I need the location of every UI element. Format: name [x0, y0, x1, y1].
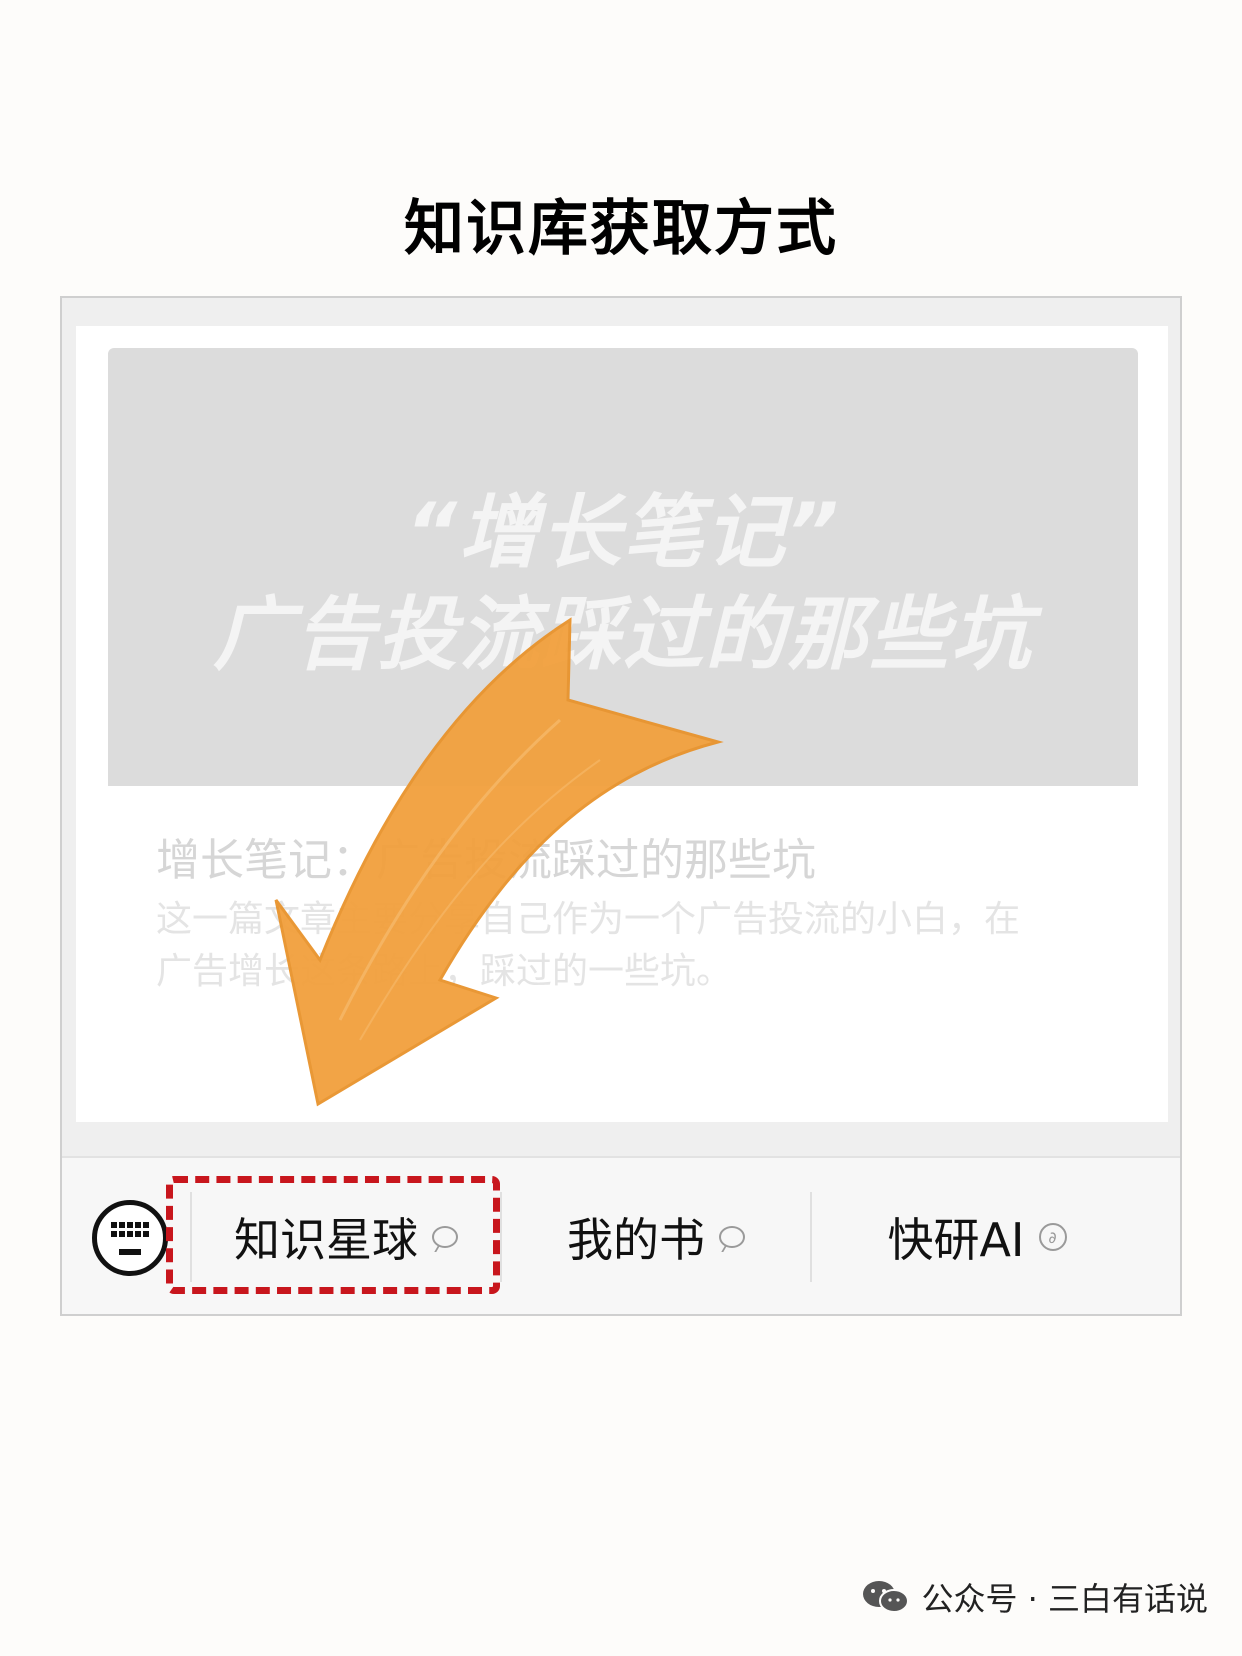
footer-text: 公众号 · 三白有话说 [921, 1580, 1208, 1618]
menu-item-my-book[interactable]: 我的书 [502, 1196, 810, 1278]
page-title: 知识库获取方式 [404, 194, 838, 264]
link-icon: ∂ [1038, 1223, 1067, 1251]
menu-bar: 知识星球 我的书 快研AI ∂ [62, 1156, 1180, 1314]
wechat-screenshot: “增长笔记” 广告投流踩过的那些坑 增长笔记：广告投流踩过的那些坑 这一篇文章主… [60, 296, 1182, 1316]
keyboard-icon[interactable] [92, 1200, 168, 1276]
footer-account: 公众号 · 三白有话说 [861, 1574, 1208, 1620]
highlight-box [166, 1176, 500, 1294]
menu-item-label: 我的书 [567, 1213, 705, 1267]
chat-bubble-icon [719, 1226, 745, 1248]
article-title: 增长笔记：广告投流踩过的那些坑 [156, 835, 816, 886]
article-cover: “增长笔记” 广告投流踩过的那些坑 [108, 348, 1138, 786]
cover-title-line-2: 广告投流踩过的那些坑 [213, 588, 1033, 681]
article-card[interactable]: “增长笔记” 广告投流踩过的那些坑 增长笔记：广告投流踩过的那些坑 这一篇文章主… [76, 326, 1168, 1122]
menu-item-kuaiyan-ai[interactable]: 快研AI ∂ [812, 1196, 1142, 1278]
article-summary: 这一篇文章主要分享自己作为一个广告投流的小白，在广告增长这条路上，踩过的一些坑。 [156, 899, 1021, 992]
cover-title-line-1: “增长笔记” [405, 486, 841, 579]
wechat-icon [863, 1581, 910, 1613]
menu-item-label: 快研AI [887, 1213, 1025, 1267]
